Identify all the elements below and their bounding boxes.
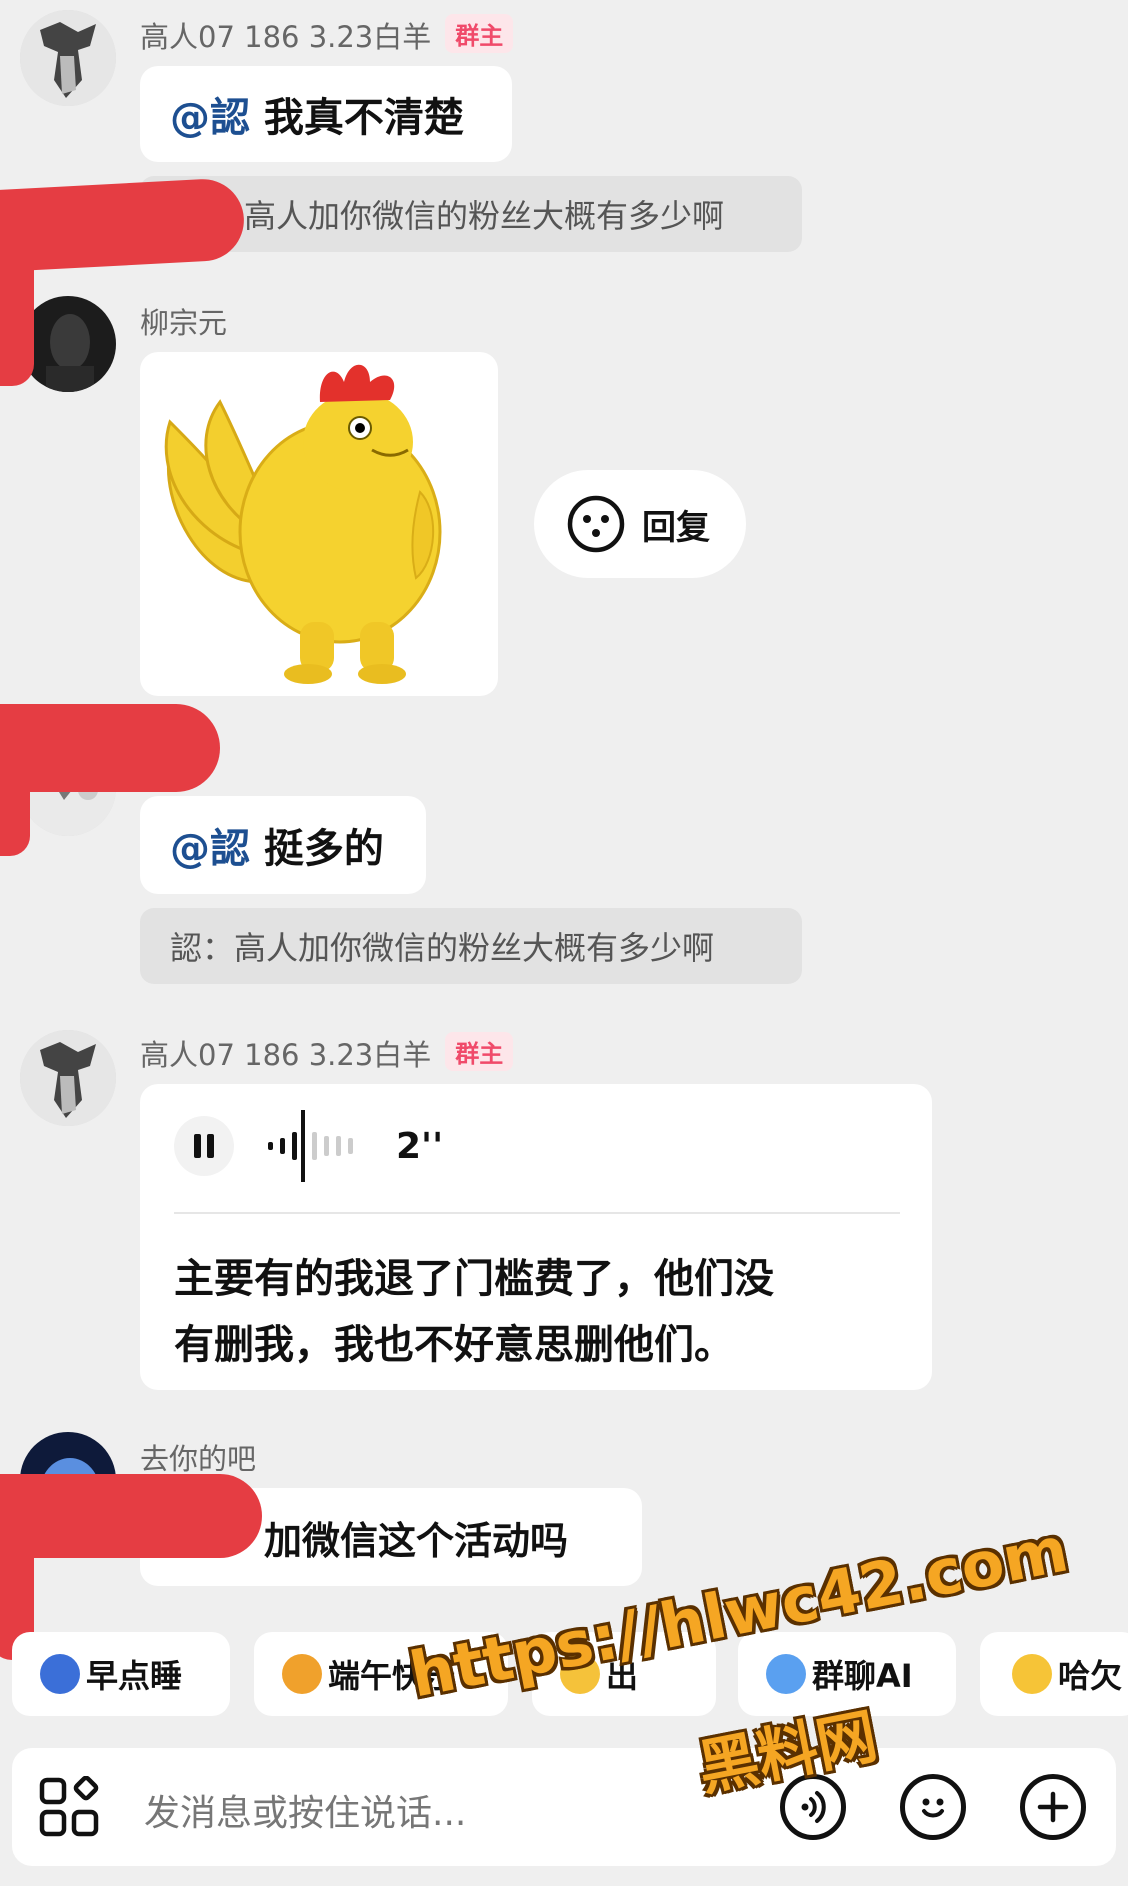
message-input[interactable]: 发消息或按住说话...	[144, 1784, 466, 1836]
smiley-icon	[922, 1798, 944, 1818]
avatar[interactable]	[20, 1030, 116, 1126]
pause-icon	[194, 1134, 214, 1158]
apps-grid-icon[interactable]	[38, 1776, 100, 1838]
voice-icon	[801, 1791, 826, 1823]
mention[interactable]: @認	[170, 95, 250, 141]
message-bubble[interactable]: @認 我真不清楚	[140, 66, 512, 162]
emoji-button[interactable]	[900, 1774, 966, 1840]
emoji-face-icon	[567, 495, 625, 553]
message-text: 加微信这个活动吗	[264, 1518, 569, 1563]
quick-reply-chip[interactable]: 哈欠	[980, 1632, 1128, 1716]
message-bubble[interactable]: @認 挺多的	[140, 796, 426, 894]
redaction-mark	[0, 236, 34, 386]
voice-transcript-line-2: 有删我，我也不好意思删他们。	[174, 1322, 734, 1368]
voice-message-bubble[interactable]: 2'' 主要有的我退了门槛费了，他们没 有删我，我也不好意思删他们。	[140, 1084, 932, 1390]
input-bar: 发消息或按住说话...	[12, 1748, 1116, 1866]
quoted-message[interactable]: 認：高人加你微信的粉丝大概有多少啊	[140, 908, 802, 984]
reply-button[interactable]: 回复	[534, 470, 746, 578]
quoted-text: 高人加你微信的粉丝大概有多少啊	[244, 197, 725, 235]
owner-badge: 群主	[445, 1032, 514, 1071]
owner-badge: 群主	[445, 14, 514, 53]
sticker-image[interactable]	[140, 352, 498, 696]
sleep-emoji-icon	[40, 1654, 80, 1694]
plus-icon	[1037, 1791, 1069, 1823]
redaction-mark	[0, 1474, 262, 1558]
dragon-emoji-icon	[282, 1654, 322, 1694]
quick-reply-chip[interactable]: 早点睡	[12, 1632, 230, 1716]
sender-name: 柳宗元	[140, 306, 228, 340]
redaction-mark	[0, 177, 246, 273]
ai-emoji-icon	[766, 1654, 806, 1694]
waveform-icon	[268, 1110, 353, 1182]
chicken-sticker-icon	[164, 364, 442, 684]
sender-name: 去你的吧	[140, 1442, 257, 1476]
divider	[174, 1212, 900, 1214]
yawn-emoji-icon	[1012, 1654, 1052, 1694]
more-button[interactable]	[1020, 1774, 1086, 1840]
voice-transcript-line-1: 主要有的我退了门槛费了，他们没	[174, 1256, 774, 1302]
redaction-mark	[0, 704, 220, 792]
quoted-text: 認：高人加你微信的粉丝大概有多少啊	[170, 929, 715, 967]
avatar[interactable]	[20, 296, 116, 392]
message-text: 挺多的	[250, 826, 384, 872]
message-text: 我真不清楚	[250, 95, 464, 141]
voice-duration: 2''	[396, 1126, 444, 1167]
mention[interactable]: @認	[170, 826, 250, 872]
redaction-mark	[0, 756, 30, 856]
avatar[interactable]	[20, 10, 116, 106]
reply-label: 回复	[642, 507, 710, 548]
sender-name: 高人07 186 3.23白羊 群主	[140, 1032, 514, 1074]
pause-button[interactable]	[174, 1116, 234, 1176]
sender-name: 高人07 186 3.23白羊 群主	[140, 14, 514, 56]
